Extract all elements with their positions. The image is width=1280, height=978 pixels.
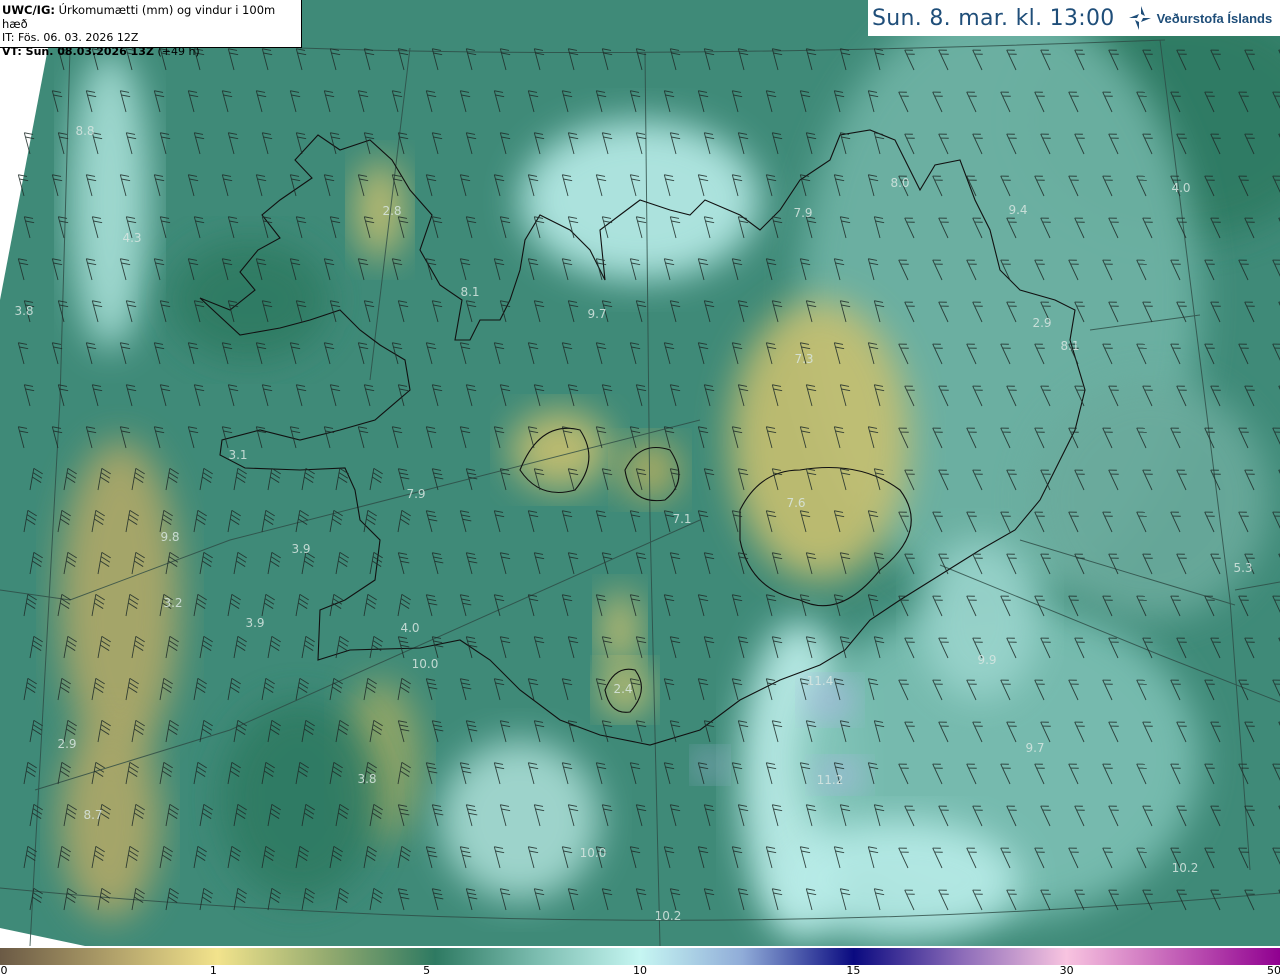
map-value-label: 7.3 <box>794 352 813 366</box>
colorbar-tick-label: 15 <box>846 964 861 977</box>
vedurstofa-logo: Veðurstofa Íslands <box>1127 4 1273 32</box>
colorbar-tick-label: 10 <box>633 964 647 977</box>
map-value-label: 3.8 <box>14 304 33 318</box>
precip-area <box>780 820 1020 940</box>
map-value-label: 8.0 <box>890 176 909 190</box>
map-value-label: 10.0 <box>412 657 439 671</box>
colorbar-tick-label: 5 <box>423 964 431 977</box>
map-value-label: 4.0 <box>400 621 419 635</box>
map-value-label: 9.9 <box>977 653 996 667</box>
map-value-label: 8.7 <box>83 808 102 822</box>
precip-area <box>220 700 380 900</box>
precip-area <box>600 590 640 670</box>
product-code: UWC/IG: <box>2 3 55 17</box>
colorbar-ticks: 0 1 5 10 15 30 50 <box>0 964 1280 978</box>
map-value-label: 2.8 <box>382 204 401 218</box>
title-box: Sun. 8. mar. kl. 13:00 Veðurstofa Ísland… <box>868 0 1280 36</box>
map-value-label: 2.9 <box>57 737 76 751</box>
precipitation-wind-map: 8.8 4.3 3.8 2.8 8.1 3.1 7.9 9.8 3.9 3.2 3.9 4.0 10.0… <box>0 0 1280 946</box>
lead-time: (+49 h) <box>157 45 200 58</box>
colorbar-tick-label: 50 <box>1267 964 1280 977</box>
colorbar-tick-label: 30 <box>1059 964 1074 977</box>
map-value-label: 10.0 <box>580 846 607 860</box>
map-value-label: 7.6 <box>786 496 805 510</box>
precip-area <box>440 740 600 900</box>
map-value-label: 3.9 <box>245 616 264 630</box>
map-value-label: 5.3 <box>1233 561 1252 575</box>
map-value-label: 8.1 <box>1060 339 1079 353</box>
logo-arrows-icon <box>1128 6 1151 30</box>
colorbar <box>0 948 1280 965</box>
forecast-datetime: Sun. 8. mar. kl. 13:00 <box>872 5 1115 31</box>
map-value-label: 3.2 <box>163 596 182 610</box>
brand-name: Veðurstofa Íslands <box>1156 10 1273 26</box>
map-value-label: 7.9 <box>406 487 425 501</box>
precip-area <box>70 50 150 350</box>
colorbar-tick-label: 1 <box>209 964 217 977</box>
map-value-label: 9.8 <box>160 530 179 544</box>
map-value-label: 4.0 <box>1171 181 1190 195</box>
colorbar-gradient <box>0 948 1280 965</box>
precip-area <box>170 240 330 360</box>
precip-area <box>920 540 1040 700</box>
map-value-label: 8.8 <box>75 124 94 138</box>
map-value-label: 7.9 <box>793 206 812 220</box>
initial-time: IT: Fös. 06. 03. 2026 12Z <box>2 31 139 44</box>
map-value-label: 2.9 <box>1032 316 1051 330</box>
map-value-label: 3.9 <box>291 542 310 556</box>
map-value-label: 7.1 <box>672 512 691 526</box>
map-value-label: 11.4 <box>807 674 834 688</box>
precip-area <box>695 750 725 780</box>
map-value-label: 9.7 <box>587 307 606 321</box>
map-value-label: 10.2 <box>1172 861 1199 875</box>
map-value-label: 3.1 <box>228 448 247 462</box>
map-value-label: 2.4 <box>613 682 632 696</box>
map-value-label: 9.7 <box>1025 741 1044 755</box>
product-info-box: UWC/IG: Úrkomumætti (mm) og vindur i 100… <box>0 0 302 58</box>
map-value-label: 8.1 <box>460 285 479 299</box>
valid-time: VT: Sun. 08.03.2026 13Z <box>2 45 154 58</box>
precip-area <box>510 410 610 490</box>
map-value-label: 11.2 <box>817 773 844 787</box>
map-value-label: 3.8 <box>357 772 376 786</box>
map-value-label: 10.2 <box>655 909 682 923</box>
precip-area <box>730 300 910 580</box>
colorbar-tick-label: 0 <box>0 964 8 977</box>
precip-area <box>60 440 180 760</box>
map-value-label: 9.4 <box>1008 203 1027 217</box>
map-value-label: 4.3 <box>122 231 141 245</box>
precip-area <box>1030 380 1270 620</box>
